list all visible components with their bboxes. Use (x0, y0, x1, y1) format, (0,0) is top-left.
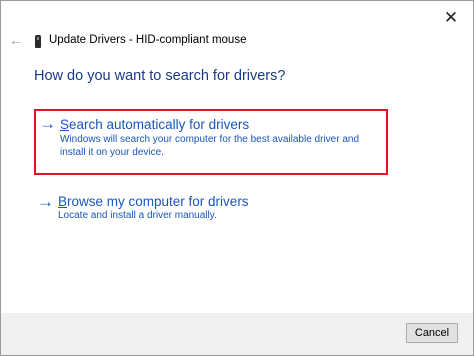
option-title: Search automatically for drivers (60, 117, 250, 132)
mouse-device-icon (35, 35, 41, 48)
dialog-footer (1, 313, 473, 355)
arrow-right-icon: → (37, 192, 54, 211)
option-title: Browse my computer for drivers (58, 194, 249, 209)
search-automatically-option[interactable]: → Search automatically for drivers Windo… (34, 109, 388, 175)
window-title: Update Drivers - HID-compliant mouse (49, 34, 247, 46)
option-description: Windows will search your computer for th… (60, 134, 360, 158)
update-drivers-window: ✕ (0, 0, 474, 356)
arrow-right-icon: → (39, 114, 56, 133)
page-heading: How do you want to search for drivers? (34, 68, 286, 84)
close-button[interactable]: ✕ (437, 7, 465, 29)
cancel-button[interactable]: Cancel (406, 323, 458, 343)
option-description: Locate and install a driver manually. (58, 210, 217, 221)
back-arrow-icon[interactable]: ← (9, 32, 23, 48)
browse-computer-option[interactable]: → Browse my computer for drivers Locate … (34, 192, 388, 227)
close-icon: ✕ (443, 8, 459, 27)
